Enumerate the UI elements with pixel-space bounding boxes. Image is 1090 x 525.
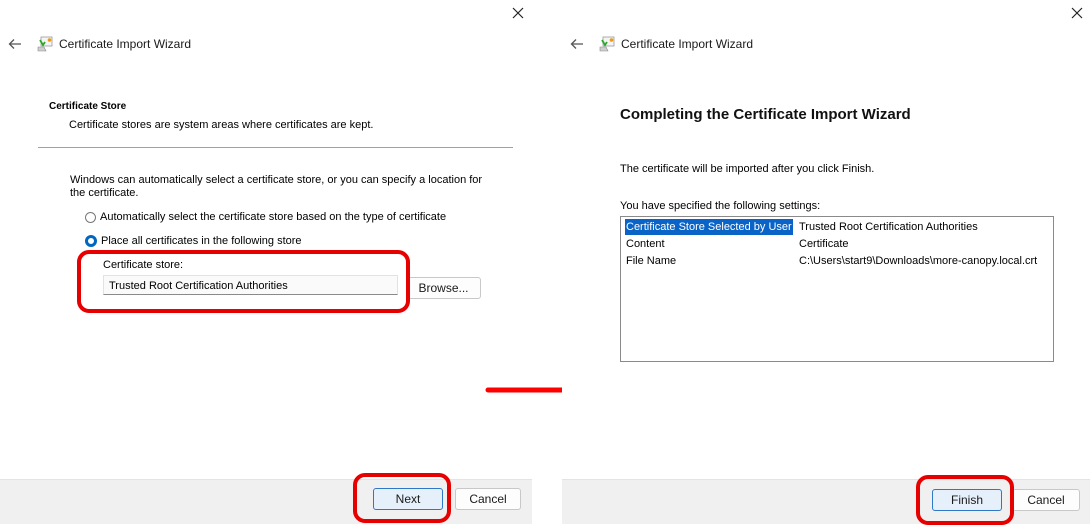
certificate-store-label: Certificate store: (103, 259, 184, 271)
radio-button-unselected[interactable] (85, 211, 96, 223)
radio-auto-select[interactable]: Automatically select the certificate sto… (85, 211, 446, 223)
setting-value: Certificate (799, 238, 849, 250)
cancel-button[interactable]: Cancel (455, 488, 521, 510)
certificate-store-field[interactable]: Trusted Root Certification Authorities (103, 275, 398, 295)
close-icon[interactable] (1068, 4, 1086, 22)
info-text: The certificate will be imported after y… (620, 163, 875, 175)
setting-value: Trusted Root Certification Authorities (799, 221, 978, 233)
title-bar: Certificate Import Wizard (562, 34, 753, 54)
radio-place-in-store[interactable]: Place all certificates in the following … (85, 235, 302, 247)
window-title: Certificate Import Wizard (621, 37, 754, 51)
footer-bar (0, 479, 532, 524)
next-button[interactable]: Next (373, 488, 443, 510)
settings-label: You have specified the following setting… (620, 200, 821, 212)
divider (38, 147, 513, 148)
setting-value: C:\Users\start9\Downloads\more-canopy.lo… (799, 255, 1038, 267)
setting-key: Content (626, 238, 665, 250)
back-arrow-icon[interactable] (569, 36, 585, 52)
browse-button[interactable]: Browse... (406, 277, 481, 299)
radio-label: Place all certificates in the following … (101, 235, 302, 247)
footer-bar (562, 479, 1090, 524)
certificate-wizard-icon (599, 36, 615, 52)
settings-list[interactable]: Certificate Store Selected by User Trust… (620, 216, 1054, 362)
setting-key: File Name (626, 255, 677, 267)
finish-button[interactable]: Finish (932, 489, 1002, 511)
settings-row[interactable]: File Name C:\Users\start9\Downloads\more… (625, 253, 1053, 269)
radio-button-selected[interactable] (85, 235, 97, 247)
close-icon[interactable] (509, 4, 527, 22)
cancel-button[interactable]: Cancel (1012, 489, 1080, 511)
settings-row[interactable]: Certificate Store Selected by User Trust… (624, 218, 1053, 236)
section-subtitle: Certificate stores are system areas wher… (69, 119, 374, 131)
description-text: Windows can automatically select a certi… (70, 174, 483, 199)
wizard-heading: Completing the Certificate Import Wizard (620, 106, 911, 123)
window-title: Certificate Import Wizard (59, 37, 192, 51)
certificate-store-window: Certificate Import Wizard Certificate St… (0, 0, 532, 524)
radio-label: Automatically select the certificate sto… (100, 211, 447, 223)
completing-wizard-window: Certificate Import Wizard Completing the… (562, 0, 1090, 525)
section-title: Certificate Store (49, 101, 127, 112)
setting-key: Certificate Store Selected by User (624, 218, 794, 236)
certificate-wizard-icon (37, 36, 53, 52)
back-arrow-icon[interactable] (7, 36, 23, 52)
settings-row[interactable]: Content Certificate (625, 236, 1053, 252)
title-bar: Certificate Import Wizard (0, 34, 191, 54)
